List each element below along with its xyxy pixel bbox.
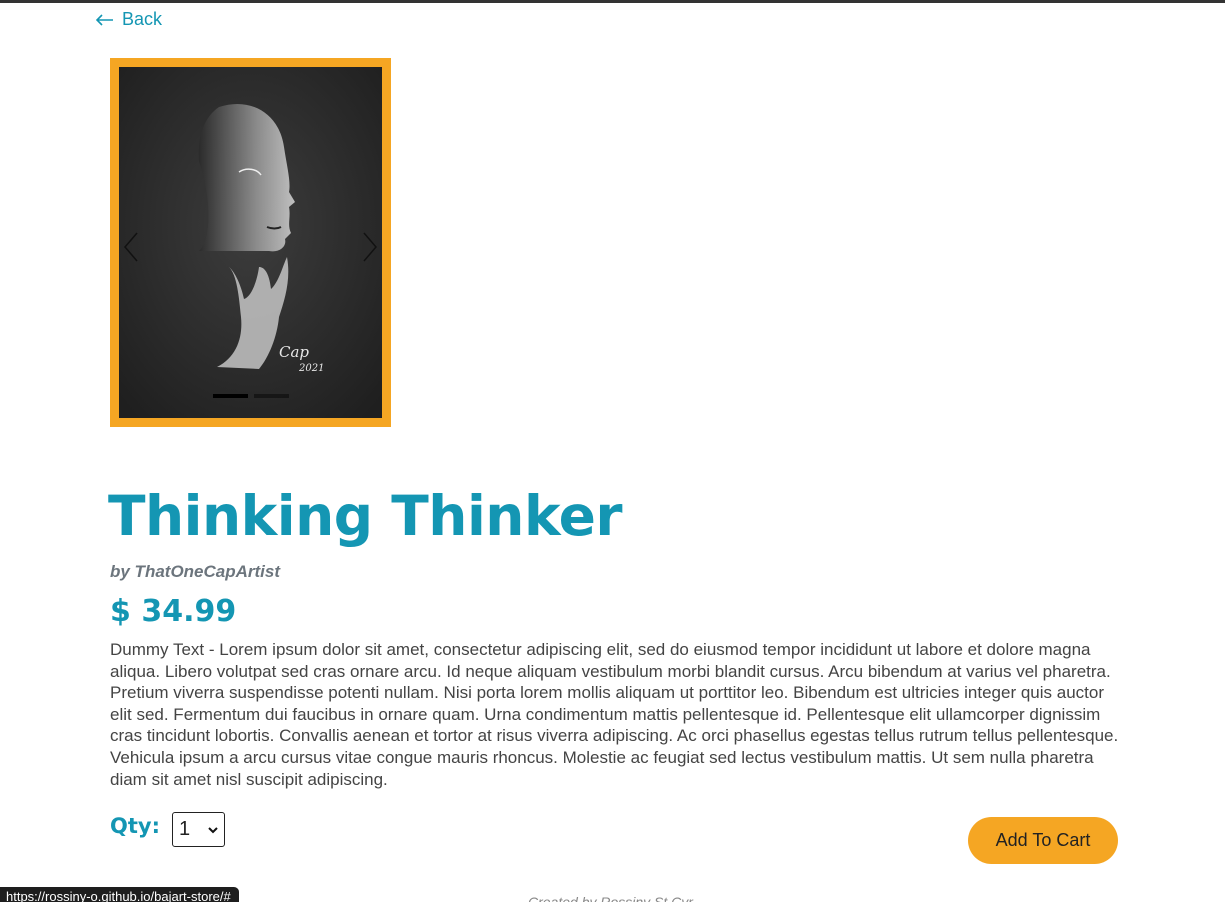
- add-to-cart-button[interactable]: Add To Cart: [968, 817, 1118, 864]
- qty-value: 1: [179, 818, 191, 840]
- artwork-signature: Cap: [279, 343, 309, 361]
- artist-name: by ThatOneCapArtist: [110, 562, 281, 581]
- chevron-left-icon: [122, 231, 140, 263]
- qty-label: Qty:: [110, 814, 160, 838]
- qty-select[interactable]: 1: [172, 812, 225, 847]
- chevron-right-icon: [361, 231, 379, 263]
- back-label: Back: [122, 9, 163, 29]
- carousel-prev-button[interactable]: [119, 227, 143, 267]
- product-description: Dummy Text - Lorem ipsum dolor sit amet,…: [110, 640, 1119, 789]
- carousel-indicators: [213, 394, 289, 398]
- chevron-down-icon: [208, 823, 218, 837]
- carousel-indicator-1[interactable]: [213, 394, 248, 398]
- product-title: Thinking Thinker: [108, 484, 623, 548]
- artwork-image: Cap 2021: [119, 67, 382, 418]
- browser-status-url: https://rossiny-o.github.io/bajart-store…: [0, 887, 239, 902]
- product-image-carousel: Cap 2021: [110, 58, 391, 427]
- back-link[interactable]: Back: [95, 9, 163, 30]
- product-price: $ 34.99: [110, 594, 237, 629]
- carousel-slide[interactable]: Cap 2021: [119, 67, 382, 418]
- carousel-indicator-2[interactable]: [254, 394, 289, 398]
- footer-credit: Created by Rossiny St Cyr: [528, 894, 693, 902]
- carousel-next-button[interactable]: [358, 227, 382, 267]
- svg-text:2021: 2021: [298, 363, 324, 374]
- arrow-left-icon: [95, 11, 114, 29]
- top-border: [0, 0, 1225, 3]
